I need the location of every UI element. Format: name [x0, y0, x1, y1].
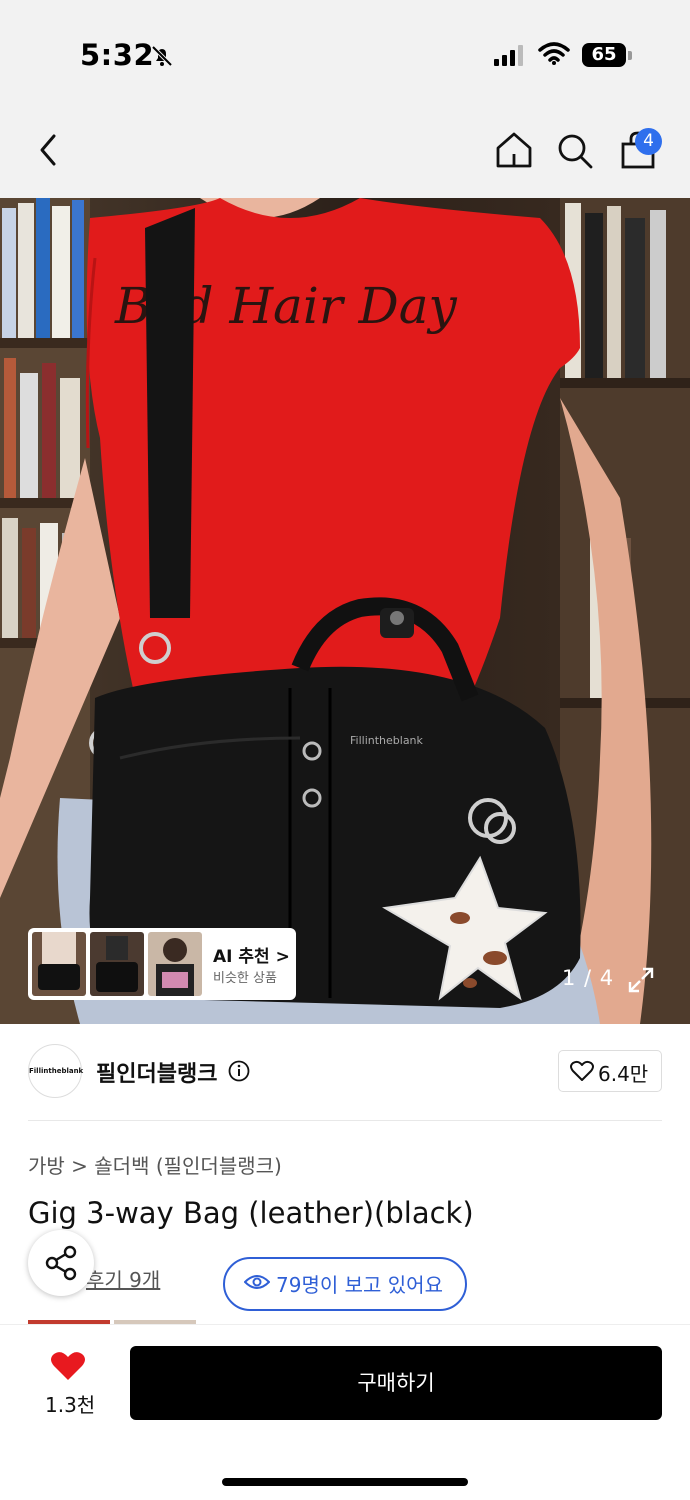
signal-icon: [494, 45, 523, 66]
viewers-text: 79명이 보고 있어요: [276, 1273, 443, 1297]
wishlist-count: 1.3천: [45, 1393, 96, 1417]
wifi-icon: [538, 42, 570, 65]
share-button[interactable]: [28, 1230, 94, 1296]
status-time: 5:32: [80, 38, 155, 72]
buy-button[interactable]: 구매하기: [130, 1346, 662, 1420]
product-image[interactable]: Bad Hair Day Fillintheblank: [0, 198, 690, 1024]
battery-cap: [628, 51, 632, 60]
cart-count-badge: 4: [635, 128, 662, 155]
bag-logo-text: Fillintheblank: [350, 734, 424, 747]
ai-recommend-title[interactable]: AI 추천 >: [213, 942, 290, 967]
bell-off-icon: [151, 45, 173, 67]
heart-outline-icon: [570, 1060, 594, 1081]
search-icon[interactable]: [556, 132, 594, 170]
brand-name[interactable]: 필인더블랭크: [96, 1056, 217, 1088]
expand-icon[interactable]: [627, 966, 655, 994]
category-breadcrumb[interactable]: 가방 > 숄더백 (필인더블랭크): [28, 1150, 282, 1179]
back-arrow-icon[interactable]: [28, 128, 68, 172]
home-indicator: [222, 1478, 468, 1486]
brand-logo[interactable]: Fillintheblank: [28, 1044, 83, 1098]
battery-level: 65: [582, 43, 626, 67]
divider: [28, 1120, 662, 1121]
brand-like-count: 6.4만: [598, 1062, 649, 1086]
ai-recommend-subtitle: 비슷한 상품: [213, 971, 277, 986]
recommend-thumb-3[interactable]: [148, 932, 202, 996]
recommend-thumb-2[interactable]: [90, 932, 144, 996]
eye-icon: [244, 1275, 270, 1289]
share-icon: [45, 1245, 77, 1281]
recommend-thumb-1[interactable]: [32, 932, 86, 996]
info-icon[interactable]: [228, 1060, 250, 1082]
home-icon[interactable]: [494, 130, 534, 170]
heart-filled-icon[interactable]: [50, 1350, 86, 1382]
image-counter: 1 / 4: [562, 966, 615, 990]
review-count-link[interactable]: 후기 9개: [86, 1264, 160, 1293]
product-title: Gig 3-way Bag (leather)(black): [28, 1196, 474, 1230]
